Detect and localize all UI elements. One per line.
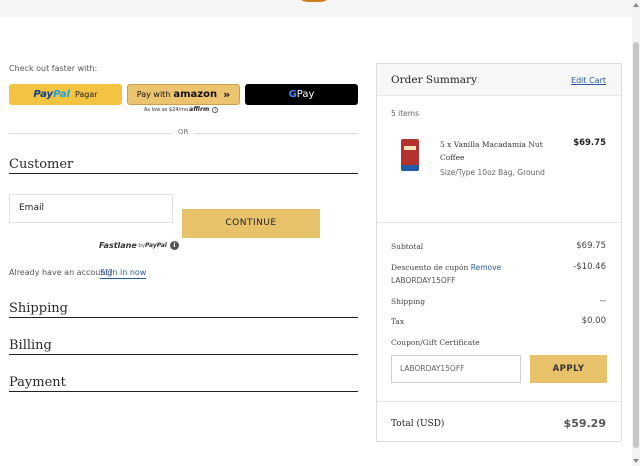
paypal-logo-pal: Pal — [53, 89, 70, 100]
amazon-logo: amazon — [173, 89, 218, 100]
billing-section-title[interactable]: Billing — [9, 338, 358, 355]
scroll-down-icon[interactable] — [633, 459, 639, 463]
discount-code: LABORDAY15OFF — [391, 276, 456, 285]
product-price: $69.75 — [573, 138, 606, 148]
remove-coupon-link[interactable]: Remove — [471, 263, 501, 272]
scroll-up-icon[interactable] — [633, 3, 639, 7]
tax-label: Tax — [391, 317, 405, 326]
tax-value: $0.00 — [581, 316, 606, 326]
total-label: Total (USD) — [391, 419, 445, 429]
fastlane-info-icon[interactable]: i — [169, 241, 179, 250]
fastlane-badge: Fastlane by PayPal i — [99, 241, 179, 250]
product-size: Size/Type 10oz Bag, Ground — [440, 168, 545, 177]
product-name: 5 x Vanilla Macadamia Nut Coffee — [440, 140, 543, 162]
top-banner — [0, 0, 632, 17]
fastlane-logo: Fastlane — [99, 241, 137, 250]
google-g-icon: G — [288, 89, 297, 100]
divider-line-right — [194, 133, 358, 134]
shipping-value: -- — [599, 296, 606, 306]
coffee-bag-label — [404, 146, 416, 150]
apply-coupon-button[interactable]: APPLY — [530, 355, 607, 383]
order-summary-header: Order Summary Edit Cart — [377, 64, 621, 96]
coffee-bag-image — [401, 139, 419, 171]
coffee-bag-stripe — [401, 165, 419, 171]
customer-section-title: Customer — [9, 157, 358, 174]
amazon-pay-button[interactable]: Pay with amazon » — [127, 84, 240, 105]
items-count: 5 items — [391, 109, 420, 118]
store-logo[interactable] — [296, 0, 332, 2]
paypal-button-label: Pagar — [74, 90, 98, 99]
affirm-logo: affirm — [189, 106, 210, 113]
discount-label-row: Descuento de cupón Remove — [391, 263, 501, 272]
email-field[interactable]: Email — [9, 194, 173, 223]
subtotal-value: $69.75 — [576, 241, 606, 251]
total-value: $59.29 — [563, 417, 606, 430]
google-pay-label: Pay — [296, 89, 315, 100]
or-divider: OR — [9, 128, 358, 138]
coupon-input[interactable]: LABORDAY15OFF — [391, 355, 521, 383]
or-label: OR — [178, 128, 189, 136]
account-prompt: Already have an account? — [9, 268, 113, 277]
summary-divider — [377, 222, 621, 223]
info-icon[interactable]: i — [212, 106, 219, 113]
chevrons-right-icon: » — [223, 88, 231, 101]
paypal-button[interactable]: Pay Pal Pagar — [9, 84, 122, 105]
shipping-label: Shipping — [391, 297, 425, 306]
express-checkout-heading: Check out faster with: — [9, 64, 98, 73]
sign-in-link[interactable]: Sign in now — [100, 268, 147, 279]
coupon-label: Coupon/Gift Certificate — [391, 338, 480, 347]
amazon-pay-prefix: Pay with — [136, 90, 171, 99]
edit-cart-link[interactable]: Edit Cart — [571, 76, 606, 85]
divider-line-left — [9, 133, 171, 134]
page-scrollbar[interactable] — [632, 0, 640, 466]
order-summary-panel: Order Summary Edit Cart 5 items 5 x Vani… — [376, 63, 622, 442]
paypal-logo-pay: Pay — [33, 89, 54, 100]
discount-label: Descuento de cupón — [391, 263, 469, 272]
affirm-financing-note: As low as $24/mo affirm i — [144, 106, 219, 113]
affirm-note-text: As low as $24/mo — [144, 106, 189, 113]
google-pay-button[interactable]: G Pay — [245, 84, 358, 105]
discount-value: -$10.46 — [573, 262, 606, 272]
subtotal-label: Subtotal — [391, 242, 424, 251]
payment-section-title[interactable]: Payment — [9, 375, 358, 392]
continue-button[interactable]: CONTINUE — [182, 209, 320, 238]
order-summary-title: Order Summary — [391, 74, 477, 86]
fastlane-paypal: PayPal — [144, 242, 167, 249]
shipping-section-title[interactable]: Shipping — [9, 301, 358, 318]
total-divider — [377, 401, 621, 402]
scroll-thumb[interactable] — [633, 42, 639, 448]
